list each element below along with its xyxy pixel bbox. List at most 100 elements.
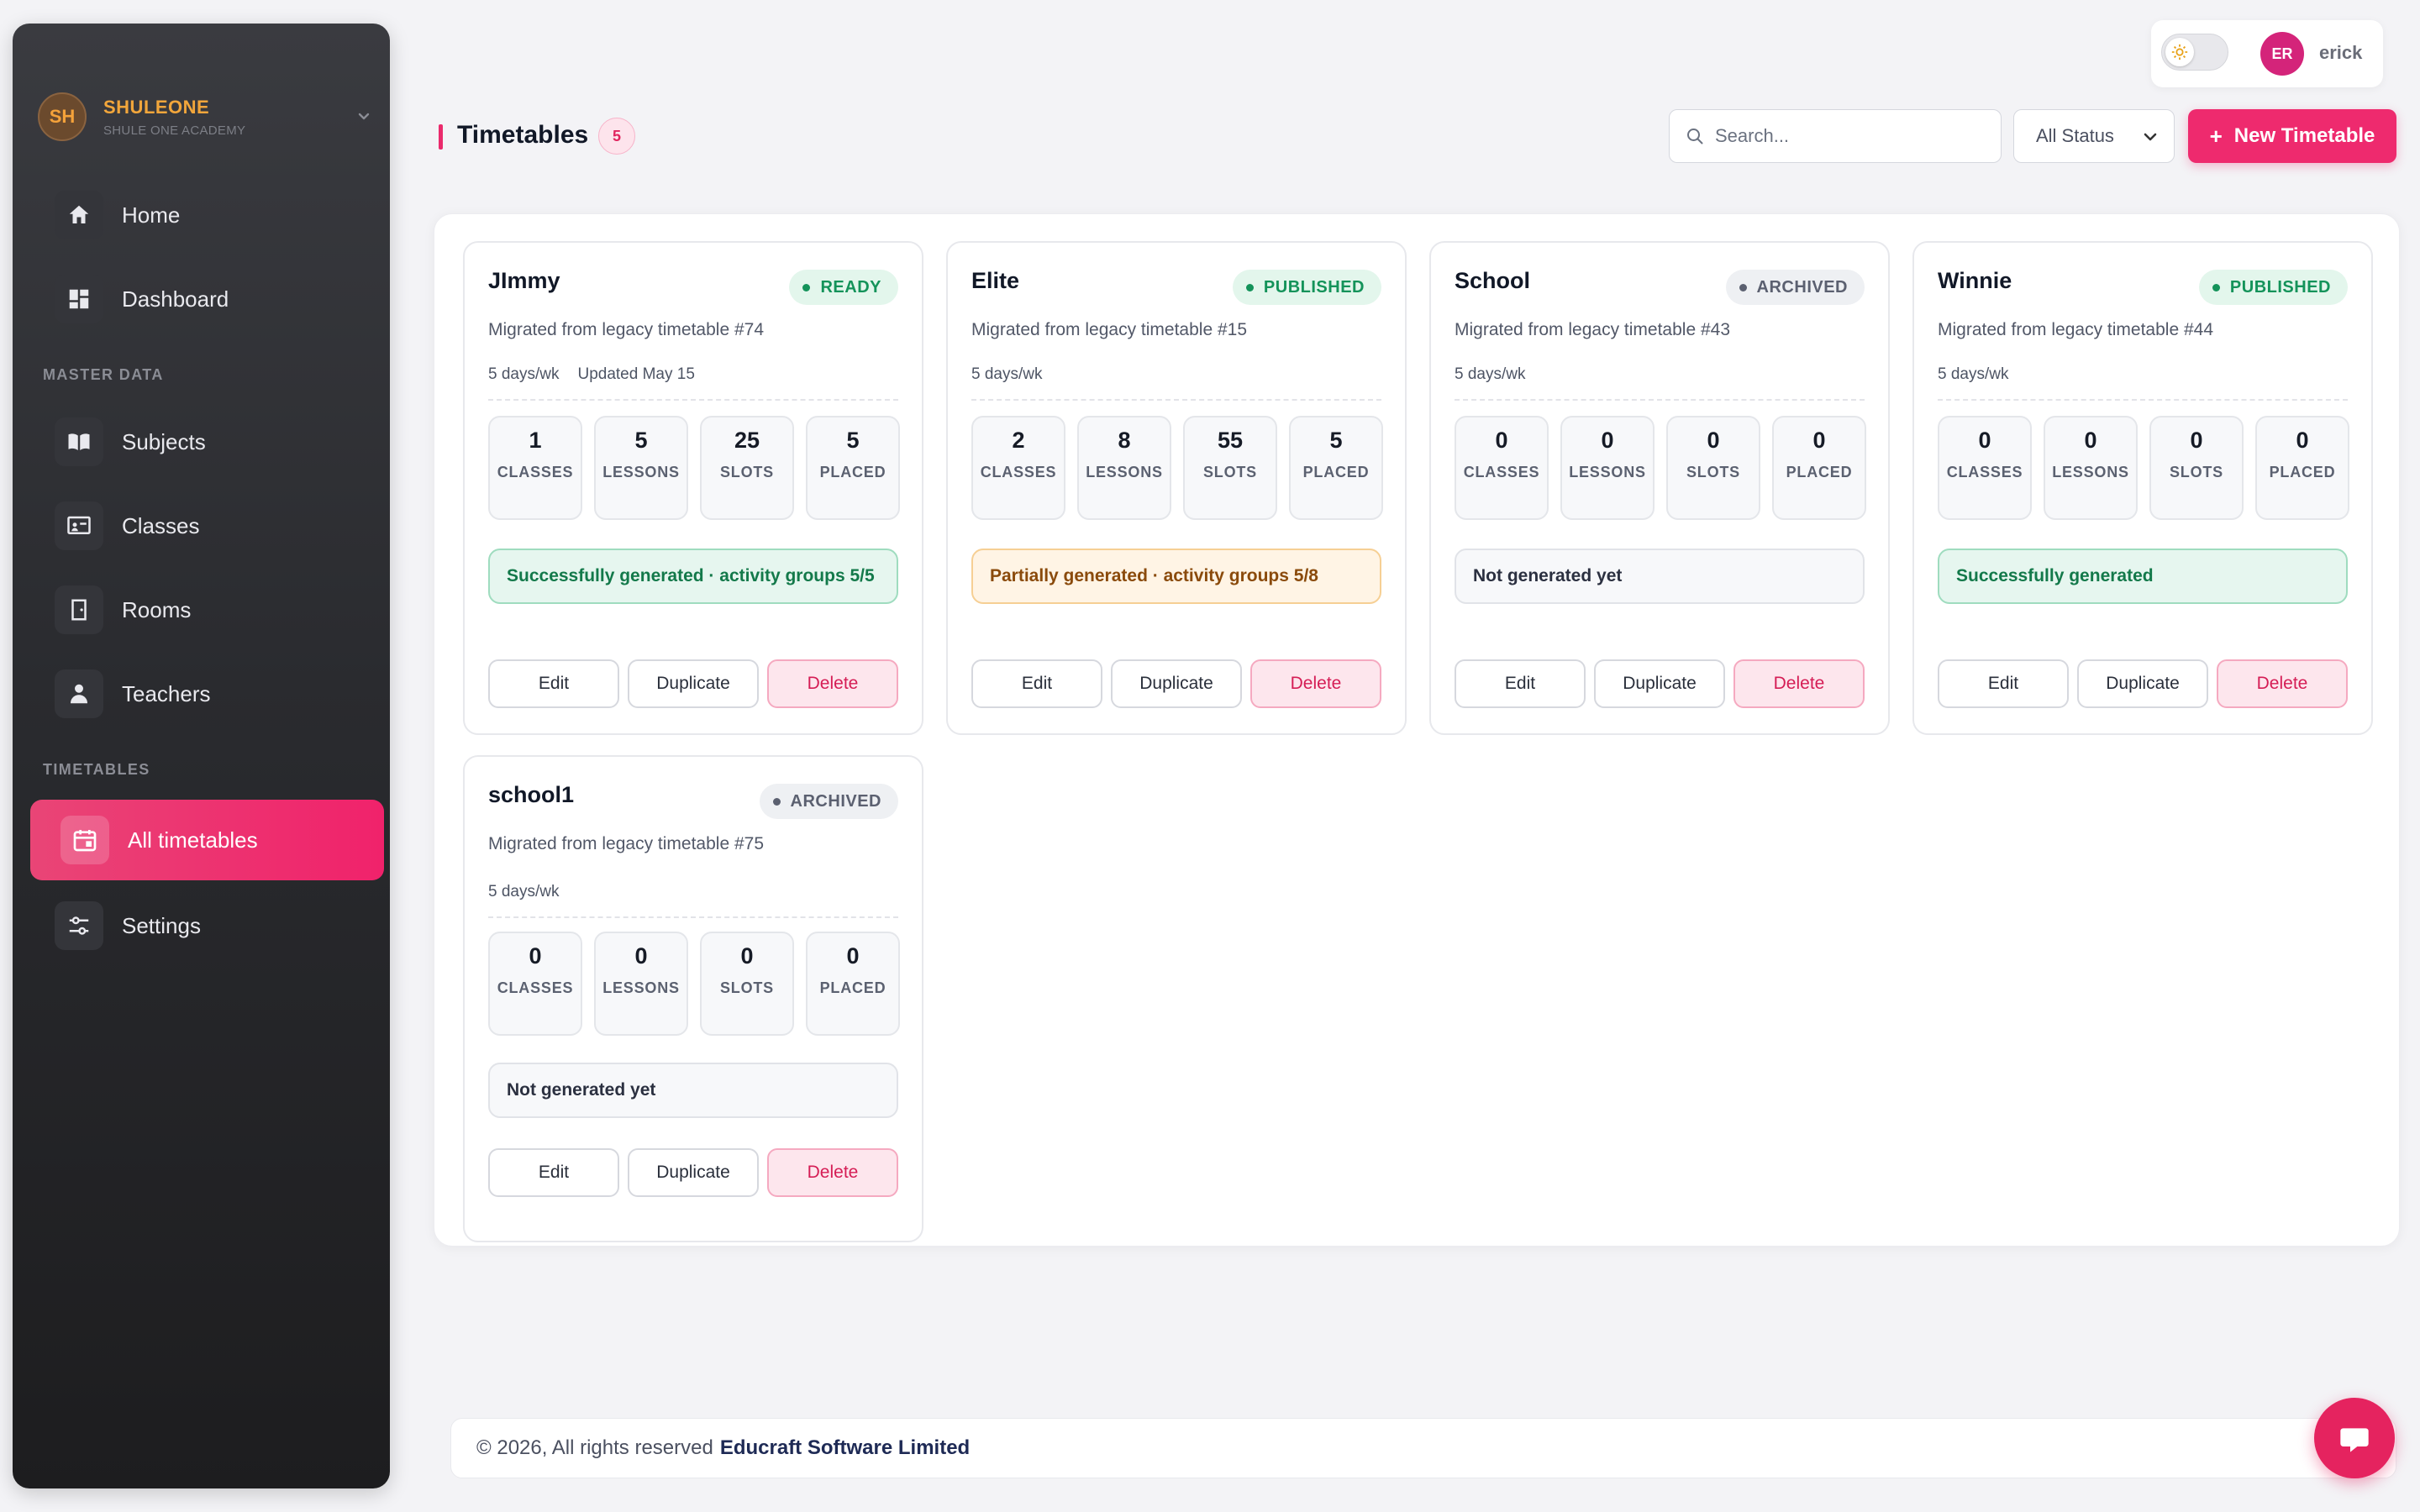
door-icon xyxy=(55,585,103,634)
delete-button[interactable]: Delete xyxy=(767,1148,898,1197)
delete-button[interactable]: Delete xyxy=(1733,659,1865,708)
chevron-down-icon xyxy=(358,113,370,120)
card-meta: 5 days/wk xyxy=(971,365,1043,383)
avatar[interactable]: ER xyxy=(2260,32,2304,76)
classroom-icon xyxy=(55,501,103,550)
brand-name: SHULEONE xyxy=(103,96,210,118)
sidebar-item-label: Classes xyxy=(122,512,200,538)
stat-lessons: 0 LESSONS xyxy=(594,932,688,1036)
new-timetable-label: New Timetable xyxy=(2233,124,2375,147)
page-title: Timetables xyxy=(457,121,589,149)
stat-placed: 0 PLACED xyxy=(1772,416,1866,520)
sidebar-item-teachers[interactable]: Teachers xyxy=(29,655,379,732)
search-input[interactable] xyxy=(1715,125,1984,147)
duplicate-button[interactable]: Duplicate xyxy=(1594,659,1725,708)
new-timetable-button[interactable]: + New Timetable xyxy=(2188,109,2396,163)
sidebar-item-home[interactable]: Home xyxy=(29,176,379,254)
sidebar-item-label: Settings xyxy=(122,912,201,938)
timetable-card: School ARCHIVED Migrated from legacy tim… xyxy=(1429,241,1890,735)
card-title: school1 xyxy=(488,782,575,807)
card-title: Elite xyxy=(971,268,1020,293)
school-switcher[interactable]: SH SHULEONE SHULE ONE ACADEMY xyxy=(38,91,374,143)
card-title: Winnie xyxy=(1938,268,2012,293)
status-badge: ARCHIVED xyxy=(759,784,898,819)
card-meta: 5 days/wk xyxy=(488,883,560,900)
stat-slots: 55 SLOTS xyxy=(1183,416,1277,520)
stat-lessons: 5 LESSONS xyxy=(594,416,688,520)
stat-classes: 0 CLASSES xyxy=(1455,416,1549,520)
generation-status: Not generated yet xyxy=(488,1063,898,1118)
stat-lessons: 0 LESSONS xyxy=(1560,416,1655,520)
edit-button[interactable]: Edit xyxy=(1455,659,1586,708)
section-label-master-data: MASTER DATA xyxy=(43,366,164,383)
stat-slots: 25 SLOTS xyxy=(700,416,794,520)
divider xyxy=(1455,399,1865,401)
stat-placed: 0 PLACED xyxy=(2255,416,2349,520)
chat-bubble-icon xyxy=(2340,1428,2369,1452)
title-accent-bar xyxy=(439,124,443,150)
timetable-grid-panel: JImmy READY Migrated from legacy timetab… xyxy=(434,213,2400,1247)
status-badge: PUBLISHED xyxy=(1232,270,1381,305)
duplicate-button[interactable]: Duplicate xyxy=(628,659,759,708)
sun-icon xyxy=(2165,38,2194,66)
card-title: School xyxy=(1455,268,1531,293)
stat-placed: 0 PLACED xyxy=(806,932,900,1036)
generation-status: Partially generated · activity groups 5/… xyxy=(971,549,1381,604)
count-badge: 5 xyxy=(598,118,635,155)
sidebar-item-dashboard[interactable]: Dashboard xyxy=(29,260,379,338)
chevron-down-icon xyxy=(2144,133,2157,141)
brand-avatar: SH xyxy=(38,92,87,141)
timetable-card: school1 ARCHIVED Migrated from legacy ti… xyxy=(463,755,923,1242)
stat-placed: 5 PLACED xyxy=(1289,416,1383,520)
stat-slots: 0 SLOTS xyxy=(2149,416,2244,520)
book-icon xyxy=(55,417,103,466)
user-name[interactable]: erick xyxy=(2319,42,2362,64)
edit-button[interactable]: Edit xyxy=(488,659,619,708)
footer: © 2026, All rights reserved Educraft Sof… xyxy=(450,1418,2396,1478)
sidebar-item-rooms[interactable]: Rooms xyxy=(29,571,379,648)
status-filter-select[interactable]: All Status xyxy=(2013,109,2175,163)
card-meta: 5 days/wk xyxy=(1455,365,1526,383)
delete-button[interactable]: Delete xyxy=(1250,659,1381,708)
duplicate-button[interactable]: Duplicate xyxy=(1111,659,1242,708)
dashboard-icon xyxy=(55,275,103,323)
edit-button[interactable]: Edit xyxy=(1938,659,2069,708)
sidebar-item-subjects[interactable]: Subjects xyxy=(29,403,379,480)
card-description: Migrated from legacy timetable #74 xyxy=(488,320,764,339)
sidebar-item-classes[interactable]: Classes xyxy=(29,487,379,564)
sidebar: SH SHULEONE SHULE ONE ACADEMY Home Dashb… xyxy=(13,24,390,1488)
theme-toggle[interactable] xyxy=(2161,34,2228,71)
teacher-icon xyxy=(55,669,103,718)
timetable-card: Winnie PUBLISHED Migrated from legacy ti… xyxy=(1912,241,2373,735)
search-icon xyxy=(1687,129,1703,144)
stat-lessons: 0 LESSONS xyxy=(2044,416,2138,520)
sidebar-item-label: Teachers xyxy=(122,680,211,706)
edit-button[interactable]: Edit xyxy=(971,659,1102,708)
footer-copyright: © 2026, All rights reserved xyxy=(476,1436,713,1459)
stat-classes: 2 CLASSES xyxy=(971,416,1065,520)
sliders-icon xyxy=(55,901,103,950)
generation-status: Successfully generated xyxy=(1938,549,2348,604)
card-description: Migrated from legacy timetable #43 xyxy=(1455,320,1730,339)
delete-button[interactable]: Delete xyxy=(2217,659,2348,708)
sidebar-item-label: Home xyxy=(122,202,181,228)
stat-classes: 1 CLASSES xyxy=(488,416,582,520)
stat-classes: 0 CLASSES xyxy=(1938,416,2032,520)
duplicate-button[interactable]: Duplicate xyxy=(2077,659,2208,708)
stat-lessons: 8 LESSONS xyxy=(1077,416,1171,520)
stat-classes: 0 CLASSES xyxy=(488,932,582,1036)
sidebar-item-all-timetables[interactable]: All timetables xyxy=(30,800,384,880)
sidebar-item-settings[interactable]: Settings xyxy=(29,887,379,964)
card-meta: 5 days/wk xyxy=(1938,365,2009,383)
sidebar-item-label: Subjects xyxy=(122,428,206,454)
edit-button[interactable]: Edit xyxy=(488,1148,619,1197)
divider xyxy=(971,399,1381,401)
card-meta: 5 days/wk Updated May 15 xyxy=(488,365,695,383)
search-box xyxy=(1669,109,2002,163)
user-menu: ER erick xyxy=(2151,20,2383,87)
delete-button[interactable]: Delete xyxy=(767,659,898,708)
stat-placed: 5 PLACED xyxy=(806,416,900,520)
chat-button[interactable] xyxy=(2314,1398,2395,1478)
stat-slots: 0 SLOTS xyxy=(700,932,794,1036)
duplicate-button[interactable]: Duplicate xyxy=(628,1148,759,1197)
